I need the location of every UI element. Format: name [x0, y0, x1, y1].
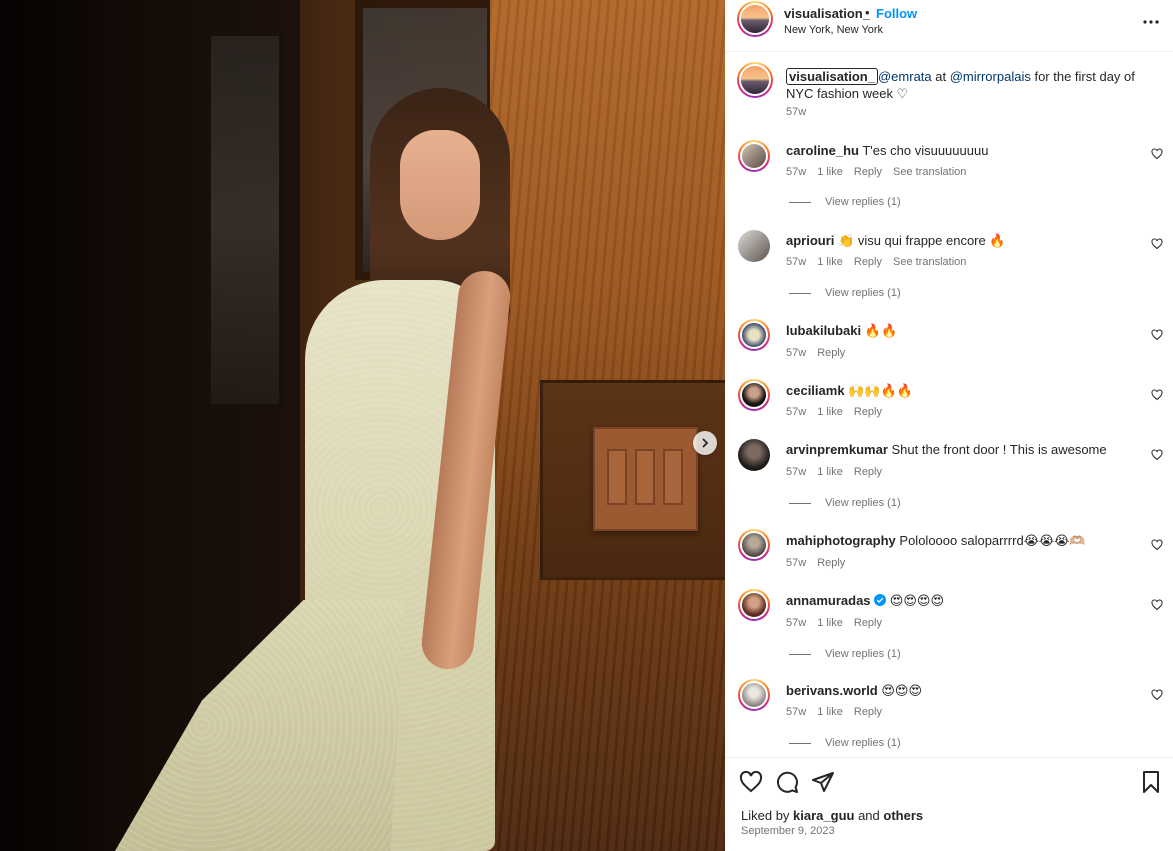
- view-replies-button[interactable]: View replies (1): [789, 497, 901, 509]
- comment-avatar[interactable]: [738, 529, 770, 561]
- photo-window-left: [205, 30, 285, 410]
- comment-reply-button[interactable]: Reply: [854, 706, 882, 718]
- comment-avatar[interactable]: [738, 140, 770, 172]
- liked-by: Liked by kiara_guu and others: [741, 808, 923, 823]
- comment-reply-button[interactable]: Reply: [854, 466, 882, 478]
- comment-time[interactable]: 57w: [786, 617, 806, 629]
- comment-likes[interactable]: 1 like: [817, 706, 843, 718]
- comment-reply-button[interactable]: Reply: [854, 256, 882, 268]
- author-username[interactable]: visualisation_: [784, 6, 870, 21]
- comment-likes[interactable]: 1 like: [817, 256, 843, 268]
- comment-text: 😍😍😍😍: [889, 593, 945, 608]
- heart-icon[interactable]: [1151, 148, 1163, 160]
- comment-likes[interactable]: 1 like: [817, 617, 843, 629]
- heart-icon[interactable]: [1151, 449, 1163, 461]
- verified-badge-icon: [874, 594, 887, 606]
- post-photo[interactable]: [0, 0, 725, 851]
- comment-avatar[interactable]: [738, 589, 770, 621]
- caption-username[interactable]: visualisation_: [786, 68, 878, 85]
- comment-username[interactable]: annamuradas: [786, 593, 871, 608]
- comment-avatar[interactable]: [738, 319, 770, 351]
- caption-timestamp[interactable]: 57w: [786, 106, 806, 118]
- heart-icon[interactable]: [1151, 389, 1163, 401]
- comment-time[interactable]: 57w: [786, 166, 806, 178]
- comment-bubble-icon[interactable]: [775, 770, 799, 794]
- comment-username[interactable]: mahiphotography: [786, 533, 896, 548]
- comment-username[interactable]: ceciliamk: [786, 383, 845, 398]
- comment-reply-button[interactable]: Reply: [817, 557, 845, 569]
- comment-time[interactable]: 57w: [786, 557, 806, 569]
- comment-likes[interactable]: 1 like: [817, 406, 843, 418]
- comment-reply-button[interactable]: Reply: [854, 406, 882, 418]
- liked-by-user[interactable]: kiara_guu: [793, 808, 854, 823]
- save-bookmark-icon[interactable]: [1139, 770, 1163, 794]
- comment-username[interactable]: lubakilubaki: [786, 323, 861, 338]
- comment-time[interactable]: 57w: [786, 466, 806, 478]
- comment-time[interactable]: 57w: [786, 706, 806, 718]
- comment-text: 👏 visu qui frappe encore 🔥: [838, 233, 1006, 248]
- comment-avatar[interactable]: [738, 230, 770, 262]
- comment-text: Shut the front door ! This is awesome: [891, 442, 1107, 457]
- caption: visualisation_ @emrata at @mirrorpalais f…: [786, 68, 1156, 102]
- author-avatar[interactable]: [737, 1, 773, 37]
- comment-avatar[interactable]: [738, 379, 770, 411]
- post-location[interactable]: New York, New York: [784, 24, 883, 36]
- comment-time[interactable]: 57w: [786, 256, 806, 268]
- post-header: visualisation_ • Follow New York, New Yo…: [725, 0, 1173, 52]
- heart-icon[interactable]: [1151, 599, 1163, 611]
- comment-username[interactable]: arvinpremkumar: [786, 442, 888, 457]
- comment-reply-button[interactable]: Reply: [854, 166, 882, 178]
- follow-button[interactable]: Follow: [876, 6, 917, 21]
- see-translation-link[interactable]: See translation: [893, 166, 966, 178]
- heart-icon[interactable]: [1151, 238, 1163, 250]
- comment-reply-button[interactable]: Reply: [817, 347, 845, 359]
- caption-mention-emrata[interactable]: @emrata: [878, 69, 932, 84]
- caption-avatar[interactable]: [737, 62, 773, 98]
- like-heart-icon[interactable]: [739, 770, 763, 794]
- heart-icon[interactable]: [1151, 329, 1163, 341]
- view-replies-button[interactable]: View replies (1): [789, 196, 901, 208]
- comment-text: 😍😍😍: [881, 683, 923, 698]
- comment-time[interactable]: 57w: [786, 406, 806, 418]
- comment-time[interactable]: 57w: [786, 347, 806, 359]
- view-replies-button[interactable]: View replies (1): [789, 648, 901, 660]
- heart-icon[interactable]: [1151, 539, 1163, 551]
- comment-text: 🙌🙌🔥🔥: [848, 383, 913, 398]
- post-actions-bar: Liked by kiara_guu and others September …: [725, 757, 1173, 851]
- next-photo-button[interactable]: [693, 431, 717, 455]
- caption-text-at: at: [931, 69, 950, 84]
- liked-by-prefix: Liked by: [741, 808, 794, 823]
- more-options-icon[interactable]: [1139, 10, 1163, 34]
- liked-by-mid: and: [854, 808, 884, 823]
- comment-avatar[interactable]: [738, 439, 770, 471]
- post-date[interactable]: September 9, 2023: [741, 825, 835, 837]
- caption-mention-mirrorpalais[interactable]: @mirrorpalais: [950, 69, 1031, 84]
- photo-woman-face: [400, 130, 480, 240]
- heart-icon[interactable]: [1151, 689, 1163, 701]
- liked-by-others[interactable]: others: [883, 808, 923, 823]
- comment-username[interactable]: apriouri: [786, 233, 834, 248]
- comment-username[interactable]: berivans.world: [786, 683, 878, 698]
- share-paper-plane-icon[interactable]: [811, 770, 835, 794]
- comment-text: Pololoooo saloparrrrd😭😭😭🫶🏼: [899, 533, 1086, 548]
- comment-avatar[interactable]: [738, 679, 770, 711]
- chevron-right-icon: [702, 438, 709, 448]
- view-replies-button[interactable]: View replies (1): [789, 287, 901, 299]
- comment-text: T'es cho visuuuuuuuu: [862, 143, 989, 158]
- post-side-panel: visualisation_ • Follow New York, New Yo…: [725, 0, 1173, 851]
- comment-text: 🔥🔥: [864, 323, 898, 338]
- photo-light-switch: [593, 427, 698, 531]
- comment-username[interactable]: caroline_hu: [786, 143, 859, 158]
- comment-reply-button[interactable]: Reply: [854, 617, 882, 629]
- view-replies-button[interactable]: View replies (1): [789, 737, 901, 749]
- comment-likes[interactable]: 1 like: [817, 466, 843, 478]
- separator-dot: •: [865, 5, 870, 20]
- comment-likes[interactable]: 1 like: [817, 166, 843, 178]
- see-translation-link[interactable]: See translation: [893, 256, 966, 268]
